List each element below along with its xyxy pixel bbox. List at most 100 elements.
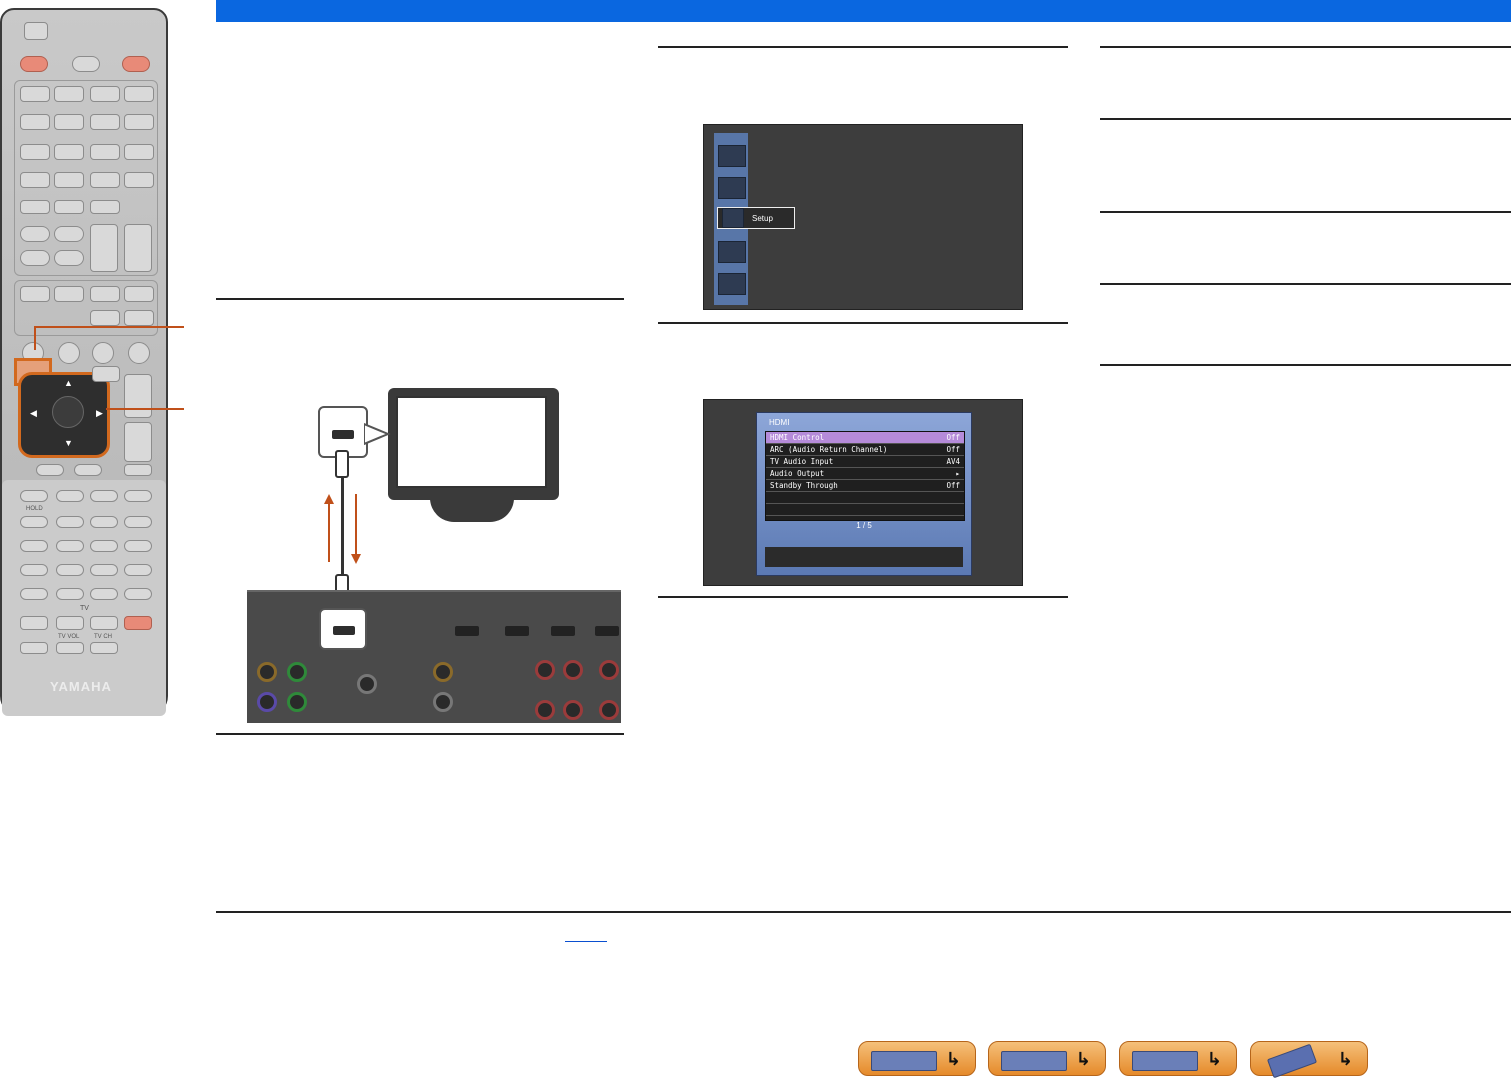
row-label: ARC (Audio Return Channel) xyxy=(770,445,888,454)
divider xyxy=(1100,46,1511,48)
remote-key xyxy=(90,86,120,102)
hdmi-row-empty xyxy=(766,492,964,504)
hdmi-input-port xyxy=(595,626,619,636)
callout-line-setup-drop xyxy=(34,326,36,350)
pause-button xyxy=(90,490,118,502)
tv-ch-up-button xyxy=(90,616,118,630)
remote-key xyxy=(90,144,120,160)
arrow-left-icon: ◀ xyxy=(30,408,37,418)
info-menu-icon xyxy=(718,241,746,263)
advanced-menu-icon xyxy=(718,273,746,295)
remote-center-button xyxy=(72,56,100,72)
remote-key xyxy=(54,144,84,160)
hdmi-cable xyxy=(341,476,344,576)
remote-key xyxy=(124,286,154,302)
page-indicator: 1 / 5 xyxy=(856,521,872,530)
callout-line-setup xyxy=(34,326,184,328)
av-jack xyxy=(433,692,453,712)
av-jack xyxy=(257,662,277,682)
speaker-terminal xyxy=(535,660,555,680)
hdmi-port-icon xyxy=(332,430,354,439)
remote-key xyxy=(54,250,84,266)
hold-label: HOLD xyxy=(26,506,43,512)
hdmi-settings-panel: HDMI HDMI Control Off ARC (Audio Return … xyxy=(756,412,972,576)
tv-ch-down-button xyxy=(90,642,118,654)
jump-arrow-icon: ↳ xyxy=(1075,1049,1091,1070)
hdmi-settings-list: HDMI Control Off ARC (Audio Return Chann… xyxy=(765,431,965,521)
remote-key xyxy=(20,144,50,160)
remote-key xyxy=(74,464,102,476)
speaker-terminal xyxy=(599,700,619,720)
header-banner xyxy=(216,0,1511,22)
remote-standby-button xyxy=(122,56,150,72)
row-value: Off xyxy=(946,445,960,454)
hdmi-row-arc: ARC (Audio Return Channel) Off xyxy=(766,444,964,456)
remote-key xyxy=(124,464,152,476)
scene-menu-icon xyxy=(718,177,746,199)
av-jack xyxy=(287,662,307,682)
jump-arrow-icon: ↳ xyxy=(1206,1049,1222,1070)
receiver-hdmi-out-callout xyxy=(319,608,367,650)
hdmi-row-empty xyxy=(766,504,964,516)
volume-up-button xyxy=(124,374,152,418)
remote-key xyxy=(20,250,50,266)
nav-front-panel-button[interactable]: ↳ xyxy=(858,1041,976,1076)
av-jack xyxy=(433,662,453,682)
page-reference-link[interactable] xyxy=(565,930,607,944)
hdmi-row-audio-output: Audio Output ▸ xyxy=(766,468,964,480)
tv-vol-down-button xyxy=(56,642,84,654)
remote-rocker xyxy=(90,224,118,272)
remote-key xyxy=(124,86,154,102)
remote-key xyxy=(56,588,84,600)
remote-key xyxy=(124,144,154,160)
arrow-up-icon: ▲ xyxy=(64,378,73,388)
remote-rocker xyxy=(124,224,152,272)
footer-divider xyxy=(216,911,1511,913)
volume-down-button xyxy=(124,422,152,462)
row-value: Off xyxy=(946,433,960,442)
nav-remote-button[interactable]: ↳ xyxy=(1250,1041,1368,1078)
row-label: TV Audio Input xyxy=(770,457,834,466)
setup-menu-screen: Setup xyxy=(703,124,1023,310)
remote-key xyxy=(20,616,48,630)
remote-key xyxy=(92,366,120,382)
divider xyxy=(1100,364,1511,366)
remote-key xyxy=(56,540,84,552)
rewind-button xyxy=(20,516,48,528)
av-jack xyxy=(287,692,307,712)
divider xyxy=(216,733,624,735)
nav-display-button[interactable]: ↳ xyxy=(1119,1041,1237,1076)
play-button xyxy=(124,490,152,502)
receiver-rear-panel xyxy=(247,590,621,723)
stop-button xyxy=(56,490,84,502)
remote-key xyxy=(124,310,154,326)
tv-stand xyxy=(430,498,514,522)
row-value: AV4 xyxy=(946,457,960,466)
tv-screen xyxy=(396,396,547,488)
signal-arrow-down xyxy=(355,494,357,554)
remote-icon xyxy=(1266,1043,1318,1078)
hdmi-input-port xyxy=(551,626,575,636)
divider xyxy=(658,46,1068,48)
remote-key xyxy=(20,490,48,502)
remote-key xyxy=(54,200,84,214)
remote-key xyxy=(20,200,50,214)
fast-forward-button xyxy=(56,516,84,528)
arrow-down-icon xyxy=(351,554,361,564)
remote-key xyxy=(20,588,48,600)
remote-key xyxy=(20,642,48,654)
nav-rear-panel-button[interactable]: ↳ xyxy=(988,1041,1106,1076)
remote-key xyxy=(90,588,118,600)
hdmi-row-tv-audio-input: TV Audio Input AV4 xyxy=(766,456,964,468)
remote-key xyxy=(124,564,152,576)
yamaha-logo: YAMAHA xyxy=(50,679,112,694)
arrow-up-icon xyxy=(324,494,334,504)
remote-key xyxy=(20,286,50,302)
speaker-terminal xyxy=(563,700,583,720)
tv-vol-up-button xyxy=(56,616,84,630)
sound-menu-icon xyxy=(718,145,746,167)
remote-key xyxy=(56,564,84,576)
remote-key xyxy=(124,540,152,552)
remote-round-key xyxy=(128,342,150,364)
tv-ch-label: TV CH xyxy=(94,634,112,640)
